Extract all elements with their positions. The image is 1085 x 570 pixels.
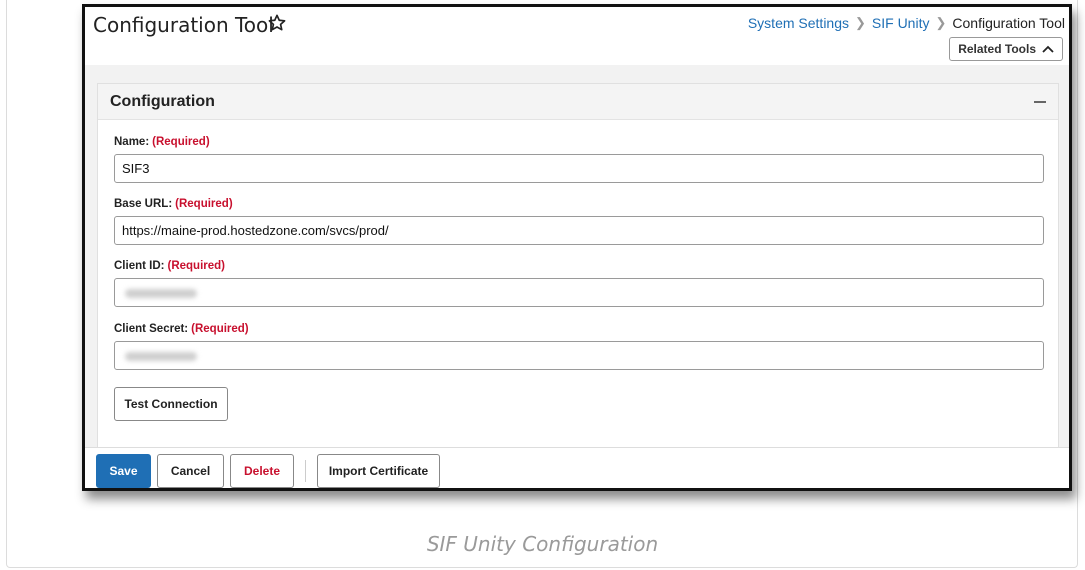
- divider: [305, 460, 306, 482]
- star-outline-icon[interactable]: [267, 13, 287, 33]
- save-button[interactable]: Save: [96, 454, 151, 488]
- page-title: Configuration Tool: [93, 13, 274, 37]
- required-marker: (Required): [191, 323, 249, 335]
- import-certificate-button[interactable]: Import Certificate: [317, 454, 440, 488]
- panel-header: Configuration: [98, 84, 1058, 120]
- name-label-text: Name:: [114, 136, 150, 148]
- page-header: Configuration Tool System Settings ❯ SIF…: [85, 7, 1069, 65]
- breadcrumb-current: Configuration Tool: [952, 15, 1065, 31]
- client-secret-label-text: Client Secret:: [114, 323, 189, 335]
- collapse-minus-icon[interactable]: [1034, 101, 1046, 103]
- panel-title: Configuration: [110, 93, 215, 110]
- action-bar: Save Cancel Delete Import Certificate: [85, 447, 1069, 488]
- base-url-input[interactable]: [114, 216, 1044, 245]
- cancel-button[interactable]: Cancel: [157, 454, 224, 488]
- client-id-label-text: Client ID:: [114, 260, 165, 272]
- required-marker: (Required): [152, 136, 210, 148]
- client-id-label: Client ID: (Required): [114, 260, 225, 272]
- image-caption: SIF Unity Configuration: [426, 532, 659, 556]
- configuration-panel: Configuration Name:(Required) Base URL:(…: [97, 83, 1059, 448]
- client-secret-input[interactable]: [114, 341, 1044, 370]
- base-url-label: Base URL: (Required): [114, 198, 233, 210]
- required-marker: (Required): [175, 198, 233, 210]
- breadcrumb: System Settings ❯ SIF Unity ❯ Configurat…: [748, 15, 1065, 31]
- chevron-up-icon: [1042, 45, 1054, 53]
- screenshot-window: Configuration Tool System Settings ❯ SIF…: [82, 4, 1072, 491]
- required-marker: (Required): [167, 260, 225, 272]
- name-label: Name: (Required): [114, 136, 210, 148]
- breadcrumb-system-settings[interactable]: System Settings: [748, 15, 849, 31]
- delete-button[interactable]: Delete: [230, 454, 294, 488]
- client-secret-label: Client Secret: (Required): [114, 323, 249, 335]
- client-id-input[interactable]: [114, 278, 1044, 307]
- chevron-right-icon: ❯: [935, 15, 947, 30]
- related-tools-label: Related Tools: [958, 42, 1036, 56]
- redacted-value: [125, 289, 197, 298]
- name-input[interactable]: [114, 154, 1044, 183]
- chevron-right-icon: ❯: [855, 15, 866, 30]
- base-url-label-text: Base URL:: [114, 198, 173, 210]
- test-connection-button[interactable]: Test Connection: [114, 387, 228, 421]
- breadcrumb-sif-unity[interactable]: SIF Unity: [872, 15, 930, 31]
- redacted-value: [125, 352, 197, 361]
- related-tools-button[interactable]: Related Tools: [949, 37, 1063, 61]
